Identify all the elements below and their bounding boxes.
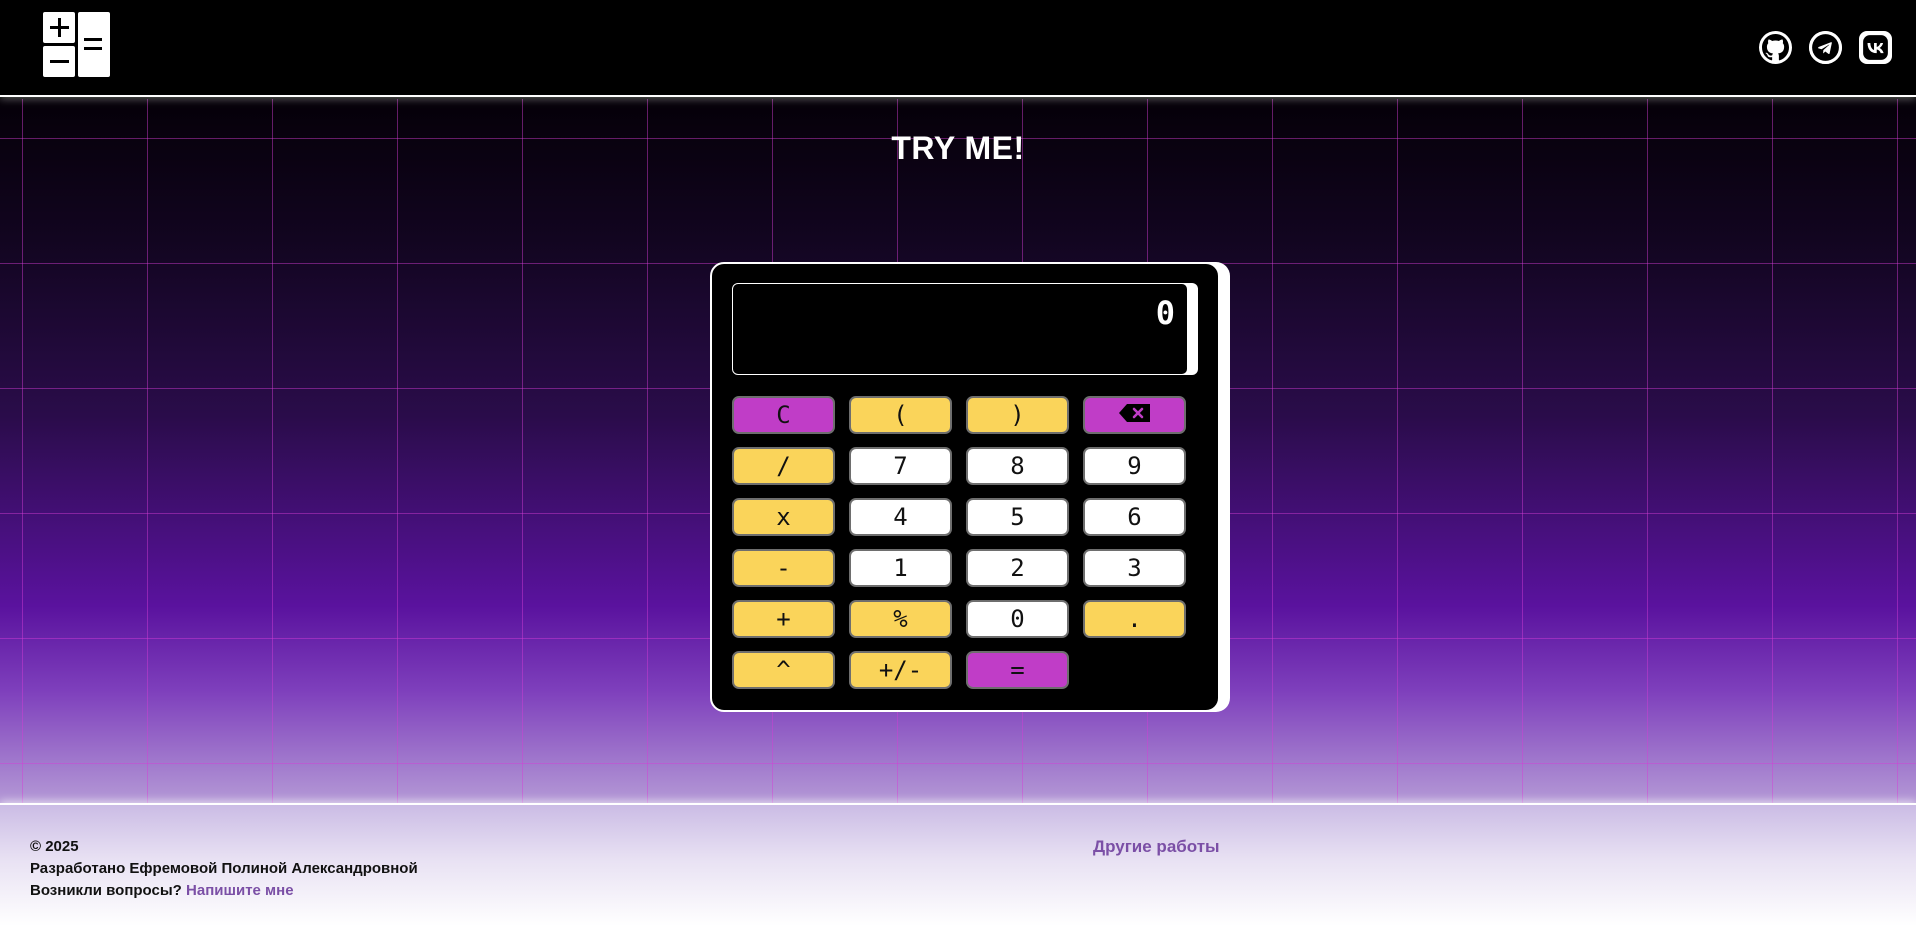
key-label: ^ xyxy=(776,656,791,684)
negate-button[interactable]: +/- xyxy=(849,651,952,689)
key-label: 1 xyxy=(893,554,908,582)
digit-9-button[interactable]: 9 xyxy=(1083,447,1186,485)
digit-8-button[interactable]: 8 xyxy=(966,447,1069,485)
digit-2-button[interactable]: 2 xyxy=(966,549,1069,587)
add-button[interactable]: + xyxy=(732,600,835,638)
key-label: - xyxy=(776,554,791,582)
key-label: 7 xyxy=(893,452,908,480)
open-paren-button[interactable]: ( xyxy=(849,396,952,434)
key-label: / xyxy=(776,452,791,480)
decimal-button[interactable]: . xyxy=(1083,600,1186,638)
equals-button[interactable]: = xyxy=(966,651,1069,689)
digit-7-button[interactable]: 7 xyxy=(849,447,952,485)
key-label: 4 xyxy=(893,503,908,531)
key-label: + xyxy=(776,605,791,633)
close-paren-button[interactable]: ) xyxy=(966,396,1069,434)
contact-link[interactable]: Напишите мне xyxy=(186,882,294,899)
main-section: TRY ME! 0 C () / 7 8 9 x 4 5 6 - 1 2 3 +% 0. ^ +/- = xyxy=(0,99,1916,803)
calculator-keypad: C () / 7 8 9 x 4 5 6 - 1 2 3 +% 0. ^ +/- = xyxy=(732,396,1186,689)
vk-icon[interactable] xyxy=(1859,31,1892,64)
key-label: 3 xyxy=(1127,554,1142,582)
key-label: ) xyxy=(1010,401,1025,429)
multiply-button[interactable]: x xyxy=(732,498,835,536)
subtract-button[interactable]: - xyxy=(732,549,835,587)
backspace-icon xyxy=(1118,401,1152,429)
power-button[interactable]: ^ xyxy=(732,651,835,689)
key-label: 8 xyxy=(1010,452,1025,480)
github-icon[interactable] xyxy=(1759,31,1792,64)
key-label: 2 xyxy=(1010,554,1025,582)
key-label: % xyxy=(893,605,908,633)
site-footer: © 2025 Разработано Ефремовой Полиной Але… xyxy=(0,803,1916,926)
telegram-icon[interactable] xyxy=(1809,31,1842,64)
equals-logo-cell xyxy=(78,12,110,77)
divide-button[interactable]: / xyxy=(732,447,835,485)
key-label: +/- xyxy=(878,656,923,684)
key-label: 5 xyxy=(1010,503,1025,531)
copyright-text: © 2025 xyxy=(30,838,79,855)
key-label: C xyxy=(776,401,791,429)
percent-button[interactable]: % xyxy=(849,600,952,638)
plus-logo-cell xyxy=(43,12,75,43)
minus-logo-cell xyxy=(43,46,75,77)
digit-0-button[interactable]: 0 xyxy=(966,600,1069,638)
footer-info: © 2025 Разработано Ефремовой Полиной Але… xyxy=(30,836,418,902)
backspace-button[interactable] xyxy=(1083,396,1186,434)
page-title: TRY ME! xyxy=(891,130,1025,166)
key-label: . xyxy=(1127,605,1142,633)
digit-1-button[interactable]: 1 xyxy=(849,549,952,587)
questions-line: Возникли вопросы? Напишите мне xyxy=(30,880,418,902)
site-header xyxy=(0,0,1916,97)
key-label: x xyxy=(776,503,791,531)
key-label: 9 xyxy=(1127,452,1142,480)
questions-text: Возникли вопросы? xyxy=(30,882,182,899)
developer-credit: Разработано Ефремовой Полиной Александро… xyxy=(30,860,418,877)
digit-4-button[interactable]: 4 xyxy=(849,498,952,536)
social-links xyxy=(1759,31,1892,64)
calculator: 0 C () / 7 8 9 x 4 5 6 - 1 2 3 +% 0. ^ +/- = xyxy=(710,262,1220,712)
digit-5-button[interactable]: 5 xyxy=(966,498,1069,536)
key-label: 0 xyxy=(1010,605,1025,633)
key-label: 6 xyxy=(1127,503,1142,531)
key-label: ( xyxy=(893,401,908,429)
calculator-display: 0 xyxy=(732,283,1188,375)
clear-button[interactable]: C xyxy=(732,396,835,434)
digit-3-button[interactable]: 3 xyxy=(1083,549,1186,587)
calculator-logo-icon[interactable] xyxy=(43,12,110,77)
digit-6-button[interactable]: 6 xyxy=(1083,498,1186,536)
key-label: = xyxy=(1010,656,1025,684)
other-works-link[interactable]: Другие работы xyxy=(1093,837,1220,857)
